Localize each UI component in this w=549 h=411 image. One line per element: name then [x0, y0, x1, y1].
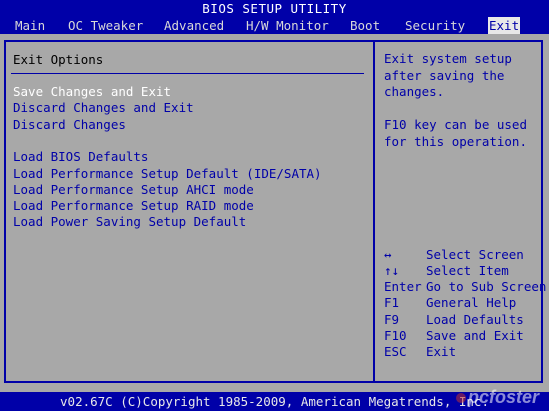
option-load-performance-raid[interactable]: Load Performance Setup RAID mode [13, 198, 254, 213]
key-legend-row: ↑↓ Select Item [384, 263, 509, 278]
key-desc: Select Screen [426, 247, 524, 262]
key-legend-row: F9 Load Defaults [384, 312, 524, 327]
option-load-bios-defaults[interactable]: Load BIOS Defaults [13, 149, 148, 164]
watermark-text: pcfoster [468, 387, 540, 407]
option-discard-changes[interactable]: Discard Changes [13, 117, 126, 132]
tab-boot[interactable]: Boot [349, 17, 381, 34]
key-legend-row: F10 Save and Exit [384, 328, 524, 343]
menu-bar: Main OC Tweaker Advanced H/W Monitor Boo… [0, 17, 549, 34]
key-label: F1 [384, 295, 400, 310]
bios-title: BIOS SETUP UTILITY [0, 0, 549, 17]
key-label: F10 [384, 328, 407, 343]
key-desc: General Help [426, 295, 517, 310]
key-legend-row: ↔ Select Screen [384, 247, 524, 262]
arrows-ud-icon: ↑↓ [384, 263, 400, 278]
option-save-changes-and-exit[interactable]: Save Changes and Exit [13, 84, 171, 99]
key-label: ESC [384, 344, 407, 359]
tab-hw-monitor[interactable]: H/W Monitor [245, 17, 330, 34]
logo-dot-icon [456, 393, 466, 404]
key-legend-row: Enter Go to Sub Screen [384, 279, 546, 294]
option-load-power-saving[interactable]: Load Power Saving Setup Default [13, 214, 246, 229]
key-desc: Exit [426, 344, 457, 359]
panel-divider [373, 40, 375, 383]
tab-oc-tweaker[interactable]: OC Tweaker [67, 17, 144, 34]
help-text: Exit system setup after saving the chang… [384, 51, 527, 149]
option-load-performance-default[interactable]: Load Performance Setup Default (IDE/SATA… [13, 166, 322, 181]
key-label: F9 [384, 312, 400, 327]
key-legend-row: F1 General Help [384, 295, 516, 310]
tab-main[interactable]: Main [14, 17, 46, 34]
key-desc: Select Item [426, 263, 509, 278]
watermark-logo: pcfoster [456, 386, 539, 408]
key-desc: Load Defaults [426, 312, 524, 327]
section-underline [11, 73, 364, 74]
key-desc: Save and Exit [426, 328, 524, 343]
option-discard-changes-and-exit[interactable]: Discard Changes and Exit [13, 100, 194, 115]
tab-exit[interactable]: Exit [488, 17, 521, 34]
key-label: Enter [384, 279, 422, 294]
tab-security[interactable]: Security [404, 17, 466, 34]
option-load-performance-ahci[interactable]: Load Performance Setup AHCI mode [13, 182, 254, 197]
key-desc: Go to Sub Screen [426, 279, 547, 294]
key-legend-row: ESC Exit [384, 344, 456, 359]
section-title: Exit Options [13, 52, 104, 67]
arrows-lr-icon: ↔ [384, 247, 392, 262]
tab-advanced[interactable]: Advanced [163, 17, 225, 34]
